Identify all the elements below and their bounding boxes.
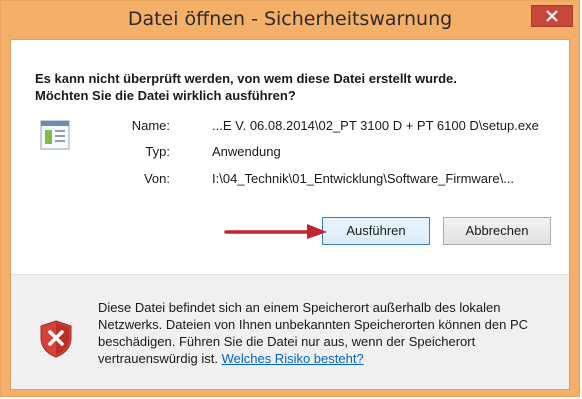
close-icon xyxy=(546,10,558,22)
arrow-right-icon xyxy=(223,222,329,245)
warning-message: Diese Datei befindet sich an einem Speic… xyxy=(98,299,560,367)
type-value: Anwendung xyxy=(212,144,281,159)
type-label: Typ: xyxy=(145,144,170,159)
name-value: ...E V. 06.08.2014\02_PT 3100 D + PT 610… xyxy=(212,118,539,133)
headline-line-2: Möchten Sie die Datei wirklich ausführen… xyxy=(35,88,296,103)
divider xyxy=(11,274,569,275)
security-warning-dialog: Datei öffnen - Sicherheitswarnung Es kan… xyxy=(0,0,580,397)
dialog-title: Datei öffnen - Sicherheitswarnung xyxy=(127,8,453,30)
cancel-button[interactable]: Abbrechen xyxy=(443,217,551,245)
name-label: Name: xyxy=(131,118,170,133)
from-value: I:\04_Technik\01_Entwicklung\Software_Fi… xyxy=(212,171,515,186)
title-bar[interactable]: Datei öffnen - Sicherheitswarnung xyxy=(1,1,579,39)
dialog-content: Es kann nicht überprüft werden, von wem … xyxy=(10,39,570,390)
shield-warning-icon xyxy=(39,320,73,363)
run-button[interactable]: Ausführen xyxy=(322,217,430,245)
headline-line-1: Es kann nicht überprüft werden, von wem … xyxy=(35,71,457,86)
warning-headline: Es kann nicht überprüft werden, von wem … xyxy=(35,70,457,104)
from-label: Von: xyxy=(143,171,170,186)
close-button[interactable] xyxy=(531,5,573,27)
risk-info-link[interactable]: Welches Risiko besteht? xyxy=(222,351,364,366)
application-file-icon xyxy=(39,119,71,156)
